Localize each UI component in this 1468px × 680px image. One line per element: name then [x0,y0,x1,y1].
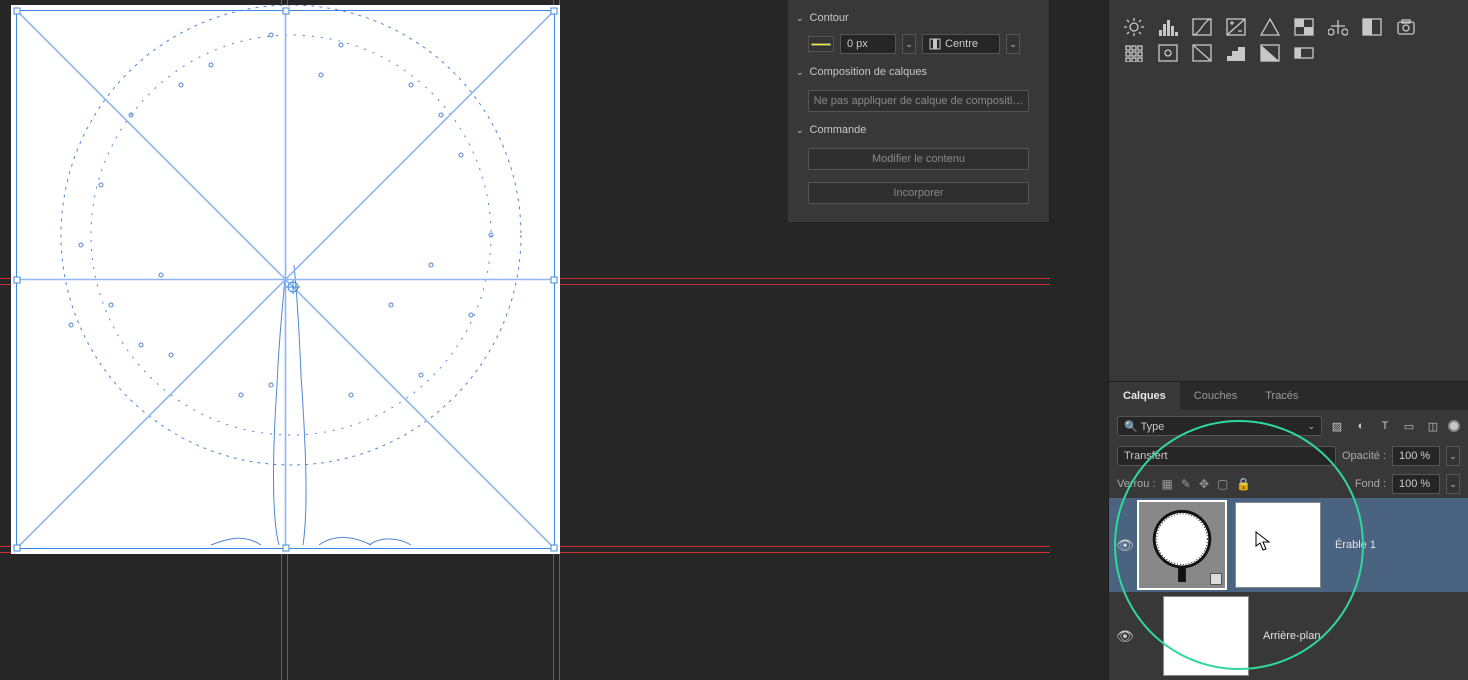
threshold-icon[interactable] [1259,44,1281,62]
gradient-map-icon[interactable] [1293,44,1315,62]
stroke-align-field[interactable]: Centre [922,34,1000,54]
chevron-down-icon: ⌄ [796,13,804,24]
transform-handle-tr[interactable] [551,8,558,15]
stroke-align-label: Centre [945,38,978,50]
channel-mixer-icon[interactable] [1123,44,1145,62]
stroke-width-dropdown[interactable]: ⌄ [902,34,916,54]
lock-label: Verrou : [1117,478,1156,490]
filter-pixel-icon[interactable]: ▨ [1330,420,1344,433]
panel-tab-bar: Calques Couches Tracés [1109,382,1468,410]
filter-toggle[interactable] [1448,420,1460,432]
stroke-width-field[interactable]: 0 px [840,34,896,54]
tab-channels[interactable]: Couches [1180,382,1251,410]
transform-handle-ml[interactable] [14,276,21,283]
edit-contents-button[interactable]: Modifier le contenu [808,148,1029,170]
section-command-label: Commande [810,124,867,136]
layer-visibility-toggle[interactable]: 👁 [1115,628,1135,645]
transform-handle-mr[interactable] [551,276,558,283]
section-command[interactable]: ⌄ Commande [796,118,1041,142]
fill-field[interactable]: 100 % [1392,474,1440,494]
section-contour[interactable]: ⌄ Contour [796,6,1041,30]
posterize-icon[interactable] [1225,44,1247,62]
smart-object-badge-icon [1210,573,1222,585]
vibrance-icon[interactable] [1259,18,1281,36]
brightness-contrast-icon[interactable] [1123,18,1145,36]
black-white-icon[interactable] [1361,18,1383,36]
color-lookup-icon[interactable] [1157,44,1179,62]
layer-type-filter[interactable]: 🔍 Type ⌄ [1117,416,1322,436]
stroke-color-swatch[interactable] [808,36,834,52]
tab-paths[interactable]: Tracés [1251,382,1312,410]
apply-layer-comp-button[interactable]: Ne pas appliquer de calque de compositi… [808,90,1029,112]
lock-transparent-icon[interactable]: ▦ [1162,477,1173,491]
transform-bounding-box[interactable] [16,10,555,549]
lock-position-icon[interactable]: ✥ [1199,477,1209,491]
filter-shape-icon[interactable]: ▭ [1402,420,1416,433]
layer-row[interactable]: 👁 Érable 1 [1109,498,1468,592]
layer-filter-icons: ▨ ◐ T ▭ ◫ [1330,420,1440,433]
invert-icon[interactable] [1191,44,1213,62]
fill-dropdown[interactable]: ⌄ [1446,474,1460,494]
stroke-align-dropdown[interactable]: ⌄ [1006,34,1020,54]
tab-layers[interactable]: Calques [1109,382,1180,410]
filter-smartobject-icon[interactable]: ◫ [1426,420,1440,433]
layer-name[interactable]: Érable 1 [1335,539,1376,551]
transform-handle-tl[interactable] [14,8,21,15]
lock-all-icon[interactable]: 🔒 [1236,477,1251,491]
right-panels-column: Calques Couches Tracés 🔍 Type ⌄ ▨ ◐ T ▭ … [1108,0,1468,680]
filter-adjustment-icon[interactable]: ◐ [1354,420,1368,433]
transform-handle-bl[interactable] [14,545,21,552]
chevron-down-icon: ⌄ [796,125,804,136]
levels-icon[interactable] [1157,18,1179,36]
document-canvas[interactable] [11,5,560,554]
filter-type-icon[interactable]: T [1378,420,1392,433]
blend-mode-select[interactable]: Transfert [1117,446,1336,466]
layer-visibility-toggle[interactable]: 👁 [1115,537,1135,554]
embed-button[interactable]: Incorporer [808,182,1029,204]
transform-handle-br[interactable] [551,545,558,552]
layer-thumbnail[interactable] [1139,502,1225,588]
section-contour-label: Contour [810,12,849,24]
opacity-dropdown[interactable]: ⌄ [1446,446,1460,466]
chevron-down-icon: ⌄ [796,67,804,78]
chevron-down-icon: ⌄ [1307,421,1315,432]
transform-handle-tc[interactable] [282,8,289,15]
search-icon: 🔍 [1124,421,1138,433]
properties-panel: ⌄ Contour 0 px ⌄ Centre ⌄ ⌄ Composition … [788,0,1050,222]
hue-sat-icon[interactable] [1293,18,1315,36]
lock-artboard-icon[interactable]: ▢ [1217,477,1228,491]
opacity-field[interactable]: 100 % [1392,446,1440,466]
adjustments-panel [1109,0,1468,70]
transform-handle-bc[interactable] [282,545,289,552]
curves-icon[interactable] [1191,18,1213,36]
exposure-icon[interactable] [1225,18,1247,36]
section-composition[interactable]: ⌄ Composition de calques [796,60,1041,84]
fill-label: Fond : [1355,478,1386,490]
layer-thumbnail[interactable] [1163,596,1249,676]
color-balance-icon[interactable] [1327,18,1349,36]
lock-pixels-icon[interactable]: ✎ [1181,477,1191,491]
photo-filter-icon[interactable] [1395,18,1417,36]
section-composition-label: Composition de calques [810,66,927,78]
layer-mask-thumbnail[interactable] [1235,502,1321,588]
layer-list: 👁 Érable 1 👁 Arrière-plan [1109,498,1468,680]
align-center-icon [929,38,941,50]
opacity-label: Opacité : [1342,450,1386,462]
layers-panel: Calques Couches Tracés 🔍 Type ⌄ ▨ ◐ T ▭ … [1109,381,1468,680]
layer-row[interactable]: 👁 Arrière-plan [1109,592,1468,680]
layer-name[interactable]: Arrière-plan [1263,630,1320,642]
type-filter-label: Type [1141,421,1165,433]
